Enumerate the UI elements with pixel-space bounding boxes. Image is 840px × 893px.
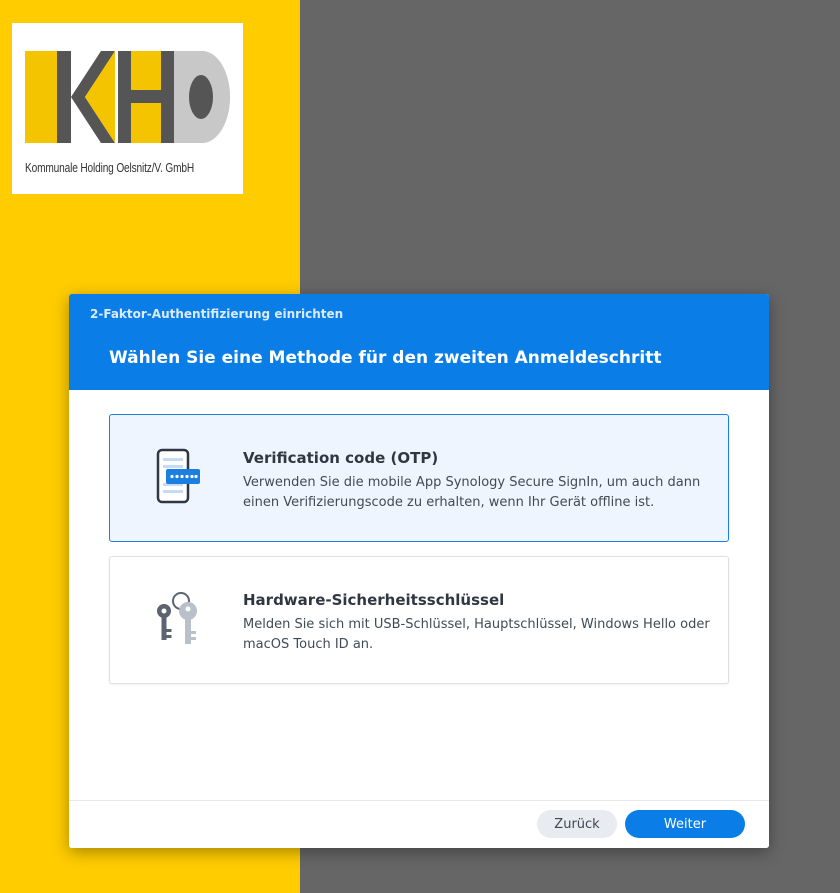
next-button[interactable]: Weiter [625, 810, 745, 838]
back-button[interactable]: Zurück [537, 810, 617, 838]
option-description: Melden Sie sich mit USB-Schlüssel, Haupt… [243, 617, 710, 652]
dialog-title: 2-Faktor-Authentifizierung einrichten [90, 307, 344, 321]
option-hardware-key[interactable]: Hardware-Sicherheitsschlüssel Melden Sie… [109, 556, 729, 684]
option-description: Verwenden Sie die mobile App Synology Se… [243, 475, 701, 510]
phone-otp-icon [150, 445, 202, 509]
company-logo: Kommunale Holding Oelsnitz/V. GmbH [12, 23, 243, 194]
option-verification-code[interactable]: Verification code (OTP) Verwenden Sie di… [109, 414, 729, 542]
two-factor-setup-dialog: 2-Faktor-Authentifizierung einrichten Wä… [69, 294, 769, 848]
dialog-heading: Wählen Sie eine Methode für den zweiten … [109, 348, 662, 368]
dialog-footer: Zurück Weiter [69, 800, 769, 848]
dialog-header: 2-Faktor-Authentifizierung einrichten Wä… [69, 294, 769, 390]
option-title: Verification code (OTP) [243, 449, 439, 467]
option-title: Hardware-Sicherheitsschlüssel [243, 591, 505, 609]
keys-icon [150, 587, 202, 655]
logo-caption: Kommunale Holding Oelsnitz/V. GmbH [25, 160, 195, 175]
